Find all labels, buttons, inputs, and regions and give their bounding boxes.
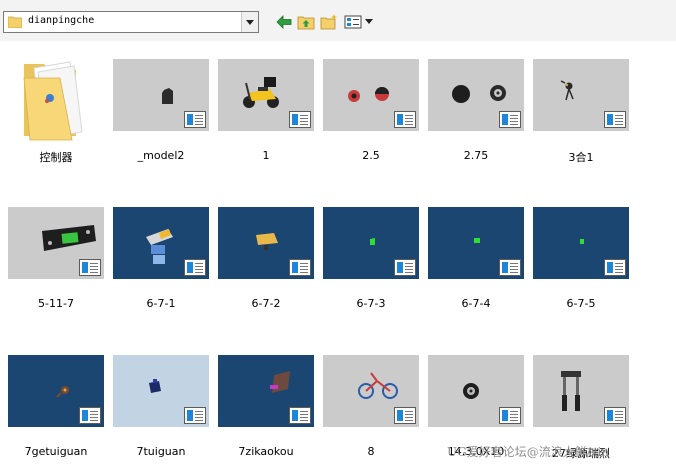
- file-thumbnail[interactable]: [218, 207, 314, 279]
- file-thumbnail[interactable]: [428, 207, 524, 279]
- document-badge-icon: [394, 111, 416, 128]
- folder-icon: [23, 61, 83, 141]
- document-badge-icon: [499, 407, 521, 424]
- address-bar[interactable]: dianpingche: [3, 11, 259, 33]
- document-badge-icon: [394, 259, 416, 276]
- toolbar: dianpingche: [0, 0, 676, 41]
- view-menu-icon[interactable]: [344, 13, 362, 31]
- file-thumbnail[interactable]: [428, 355, 524, 427]
- file-thumbnail[interactable]: [113, 355, 209, 427]
- document-badge-icon: [184, 407, 206, 424]
- document-badge-icon: [184, 259, 206, 276]
- folder-thumbnail[interactable]: [16, 56, 112, 141]
- file-thumbnail[interactable]: [323, 207, 419, 279]
- document-badge-icon: [289, 111, 311, 128]
- file-thumbnail[interactable]: [533, 355, 629, 427]
- item-label[interactable]: 5-11-7: [1, 297, 111, 310]
- document-badge-icon: [79, 259, 101, 276]
- document-badge-icon: [604, 111, 626, 128]
- file-thumbnail[interactable]: [113, 207, 209, 279]
- item-label[interactable]: 7getuiguan: [1, 445, 111, 458]
- file-thumbnail[interactable]: [533, 59, 629, 131]
- item-label[interactable]: 2.75: [421, 149, 531, 162]
- item-label[interactable]: 2.5: [316, 149, 426, 162]
- item-label[interactable]: _model2: [106, 149, 216, 162]
- file-thumbnail[interactable]: [8, 355, 104, 427]
- item-label[interactable]: 6-7-4: [421, 297, 531, 310]
- item-label[interactable]: 7zikaokou: [211, 445, 321, 458]
- document-badge-icon: [289, 407, 311, 424]
- document-badge-icon: [79, 407, 101, 424]
- item-label[interactable]: 7tuiguan: [106, 445, 216, 458]
- file-thumbnail[interactable]: [8, 207, 104, 279]
- view-dropdown-arrow-icon[interactable]: [365, 19, 373, 24]
- item-label[interactable]: 6-7-2: [211, 297, 321, 310]
- item-label[interactable]: 3合1: [526, 149, 636, 165]
- document-badge-icon: [394, 407, 416, 424]
- file-thumbnail[interactable]: [218, 355, 314, 427]
- item-label[interactable]: 8: [316, 445, 426, 458]
- new-folder-icon[interactable]: [320, 13, 338, 31]
- item-label[interactable]: 6-7-3: [316, 297, 426, 310]
- file-thumbnail[interactable]: [533, 207, 629, 279]
- address-path: dianpingche: [28, 15, 95, 26]
- up-folder-icon[interactable]: [297, 13, 315, 31]
- document-badge-icon: [604, 407, 626, 424]
- item-label[interactable]: 控制器: [1, 149, 111, 165]
- file-thumbnail[interactable]: [323, 59, 419, 131]
- watermark-text: UG爱好者论坛@流浪大鲜/xin: [447, 445, 610, 459]
- file-thumbnail[interactable]: [218, 59, 314, 131]
- file-thumbnail[interactable]: [428, 59, 524, 131]
- item-label[interactable]: 6-7-5: [526, 297, 636, 310]
- document-badge-icon: [184, 111, 206, 128]
- document-badge-icon: [604, 259, 626, 276]
- file-thumbnail[interactable]: [113, 59, 209, 131]
- folder-icon: [8, 16, 22, 28]
- back-arrow-icon[interactable]: [275, 13, 293, 31]
- file-thumbnail[interactable]: [323, 355, 419, 427]
- document-badge-icon: [499, 259, 521, 276]
- document-badge-icon: [499, 111, 521, 128]
- address-dropdown-button[interactable]: [241, 12, 258, 32]
- item-label[interactable]: 6-7-1: [106, 297, 216, 310]
- document-badge-icon: [289, 259, 311, 276]
- item-label[interactable]: 1: [211, 149, 321, 162]
